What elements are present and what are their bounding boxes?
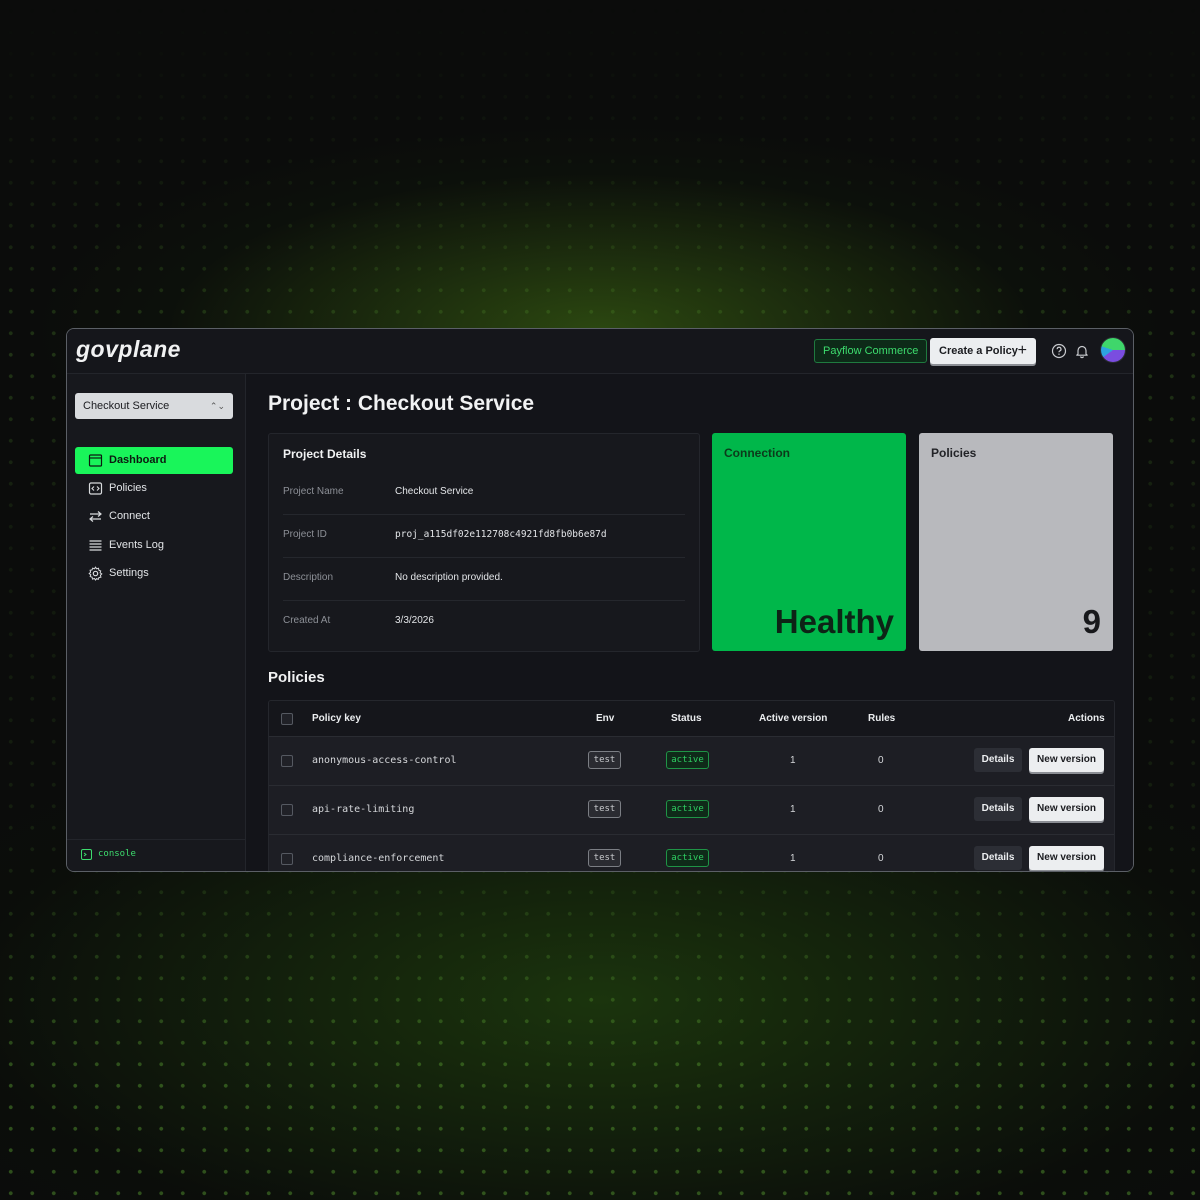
policy-key[interactable]: compliance-enforcement (312, 853, 444, 864)
sidebar-item-dashboard[interactable]: Dashboard (75, 447, 233, 474)
app-window: govplane Payflow Commerce Create a Polic… (66, 328, 1134, 872)
page-title: Project : Checkout Service (268, 392, 535, 415)
active-version: 1 (790, 804, 796, 815)
column-header-rules[interactable]: Rules (868, 713, 895, 724)
sidebar-item-label: Settings (109, 567, 149, 579)
status-badge: active (666, 800, 709, 818)
detail-row-project-name: Project Name Checkout Service (283, 471, 685, 515)
status-badge: active (666, 751, 709, 769)
bell-icon[interactable] (1074, 343, 1090, 359)
policy-key[interactable]: api-rate-limiting (312, 804, 414, 815)
active-version: 1 (790, 853, 796, 864)
create-policy-button[interactable]: Create a Policy + (930, 338, 1036, 364)
project-select-value: Checkout Service (83, 400, 170, 412)
detail-row-project-id: Project ID proj_a115df02e112708c4921fd8f… (283, 514, 685, 558)
detail-label: Project Name (283, 486, 344, 497)
policies-count-card: Policies 9 (919, 433, 1113, 651)
code-file-icon (88, 482, 103, 495)
main-content: Project : Checkout Service Project Detai… (246, 374, 1133, 871)
detail-value: Checkout Service (395, 486, 474, 497)
new-version-button[interactable]: New version (1029, 748, 1104, 772)
top-bar: govplane Payflow Commerce Create a Polic… (67, 329, 1133, 374)
user-avatar[interactable] (1101, 338, 1125, 362)
policy-key[interactable]: anonymous-access-control (312, 755, 457, 766)
policies-table: Policy key Env Status Active version Rul… (268, 700, 1115, 871)
new-version-button[interactable]: New version (1029, 797, 1104, 821)
app-logo[interactable]: govplane (76, 336, 181, 363)
connection-status-card: Connection Healthy (712, 433, 906, 651)
terminal-icon (81, 849, 92, 860)
column-header-status[interactable]: Status (671, 713, 702, 724)
table-header: Policy key Env Status Active version Rul… (269, 701, 1114, 737)
env-badge: test (588, 751, 621, 769)
column-header-policy-key[interactable]: Policy key (312, 713, 361, 724)
column-header-env[interactable]: Env (596, 713, 614, 724)
env-badge: test (588, 800, 621, 818)
sidebar-item-events-log[interactable]: Events Log (75, 532, 233, 559)
sidebar-item-label: Connect (109, 510, 150, 522)
detail-value: proj_a115df02e112708c4921fd8fb0b6e87d (395, 529, 607, 540)
rules-count: 0 (878, 755, 884, 766)
project-details-card: Project Details Project Name Checkout Se… (268, 433, 700, 652)
list-icon (89, 540, 102, 551)
policies-heading: Policies (268, 669, 325, 686)
project-details-title: Project Details (283, 447, 367, 461)
chevron-updown-icon: ⌃⌄ (209, 401, 225, 411)
organization-badge[interactable]: Payflow Commerce (814, 339, 928, 363)
detail-value: No description provided. (395, 572, 503, 583)
project-select[interactable]: Checkout Service ⌃⌄ (75, 393, 233, 419)
new-version-button[interactable]: New version (1029, 846, 1104, 870)
env-badge: test (588, 849, 621, 867)
policies-count-value: 9 (1082, 603, 1101, 640)
policies-count-label: Policies (931, 446, 977, 460)
sidebar: Checkout Service ⌃⌄ Dashboard Policies C… (67, 374, 246, 871)
detail-row-description: Description No description provided. (283, 557, 685, 601)
connection-label: Connection (724, 446, 790, 460)
detail-value: 3/3/2026 (395, 615, 434, 626)
sidebar-item-connect[interactable]: Connect (75, 503, 233, 530)
help-icon[interactable] (1051, 343, 1067, 359)
details-button[interactable]: Details (974, 748, 1022, 772)
active-version: 1 (790, 755, 796, 766)
rules-count: 0 (878, 853, 884, 864)
details-button[interactable]: Details (974, 846, 1022, 870)
status-badge: active (666, 849, 709, 867)
detail-label: Project ID (283, 529, 327, 540)
gear-icon (88, 566, 103, 581)
column-header-actions: Actions (1068, 713, 1105, 724)
row-checkbox[interactable] (281, 804, 293, 816)
select-all-checkbox[interactable] (281, 713, 293, 725)
table-row[interactable]: anonymous-access-control test active 1 0… (269, 737, 1114, 786)
sidebar-item-settings[interactable]: Settings (75, 560, 233, 587)
plus-icon: + (1017, 342, 1027, 359)
sidebar-item-policies[interactable]: Policies (75, 475, 233, 502)
row-checkbox[interactable] (281, 853, 293, 865)
detail-row-created-at: Created At 3/3/2026 (283, 600, 685, 643)
rules-count: 0 (878, 804, 884, 815)
arrows-exchange-icon (89, 511, 102, 522)
detail-label: Description (283, 572, 334, 583)
console-link[interactable]: console (67, 839, 245, 871)
table-row[interactable]: compliance-enforcement test active 1 0 D… (269, 835, 1114, 871)
detail-label: Created At (283, 615, 331, 626)
console-label: console (98, 849, 136, 859)
sidebar-item-label: Events Log (109, 539, 165, 551)
dashboard-icon (88, 454, 103, 467)
column-header-active-version[interactable]: Active version (759, 713, 827, 724)
connection-status-value: Healthy (774, 603, 894, 640)
details-button[interactable]: Details (974, 797, 1022, 821)
row-checkbox[interactable] (281, 755, 293, 767)
create-policy-label: Create a Policy (939, 345, 1018, 357)
sidebar-item-label: Dashboard (109, 454, 167, 466)
sidebar-item-label: Policies (109, 482, 147, 494)
table-row[interactable]: api-rate-limiting test active 1 0 Detail… (269, 786, 1114, 835)
